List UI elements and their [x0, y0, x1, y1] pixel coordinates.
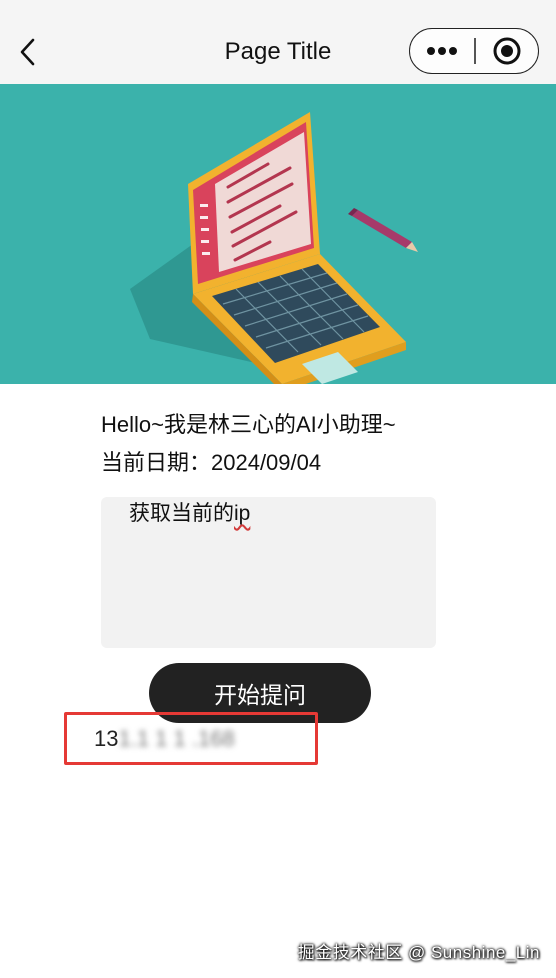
laptop-illustration: [130, 112, 418, 384]
back-button[interactable]: [10, 32, 46, 72]
more-dots-icon: [427, 47, 457, 55]
navigation-bar: Page Title: [0, 0, 556, 84]
current-date-text: 当前日期：2024/09/04: [101, 450, 322, 475]
question-text: 获取当前的: [129, 502, 234, 525]
menu-capsule: [409, 28, 539, 74]
close-button[interactable]: [476, 29, 538, 73]
more-button[interactable]: [410, 29, 474, 73]
banner-image: [0, 84, 556, 384]
greeting-text: Hello~我是林三心的AI小助理~: [101, 412, 396, 437]
watermark: 掘金技术社区 @ Sunshine_Lin: [297, 943, 540, 962]
page: Page Title Hello~我是林三心的AI小助理~ 当前日期：2024/…: [0, 0, 556, 978]
question-textarea[interactable]: 获取当前的ip: [101, 497, 436, 648]
question-text-spellcheck: ip: [234, 502, 251, 525]
target-circle-icon: [493, 37, 520, 65]
highlight-box: [64, 712, 318, 765]
chevron-left-icon: [20, 38, 35, 66]
